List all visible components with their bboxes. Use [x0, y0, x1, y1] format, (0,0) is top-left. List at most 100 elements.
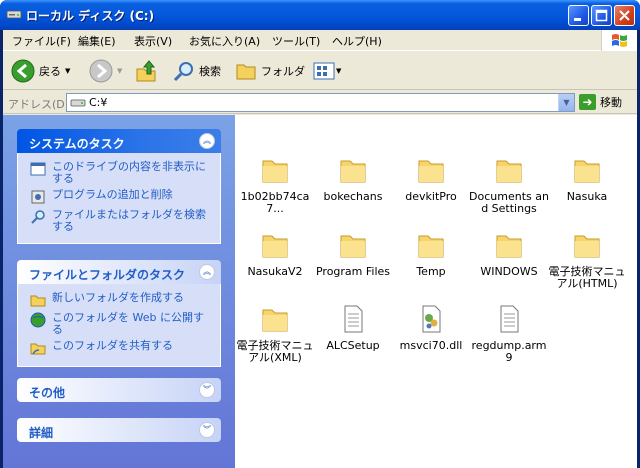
menu-help[interactable]: ヘルプ(H): [332, 33, 382, 49]
menu-edit[interactable]: 編集(E): [78, 33, 116, 49]
other-places-title: その他: [29, 386, 66, 400]
task-label: このドライブの内容を非表示にする: [52, 160, 206, 185]
folders-label: フォルダ: [261, 65, 305, 78]
file-item[interactable]: WINDOWS: [469, 230, 549, 278]
file-item[interactable]: Documents and Settings: [469, 155, 549, 215]
close-icon: [619, 10, 630, 21]
views-button[interactable]: ▼: [313, 58, 341, 84]
folder-icon: [340, 160, 366, 183]
system-tasks-title: システムのタスク: [29, 137, 125, 151]
task-label: このフォルダを Web に公開する: [52, 311, 204, 336]
content-area: システムのタスク ︽ このドライブの内容を非表示にする プログラムの追加と削除: [3, 115, 637, 468]
file-item[interactable]: Temp: [391, 230, 471, 278]
collapse-chevron-icon[interactable]: ︽: [199, 133, 215, 149]
file-name: NasukaV2: [247, 265, 303, 278]
go-button[interactable]: ➜ 移動: [579, 94, 622, 110]
file-folder-tasks-body: 新しいフォルダを作成する このフォルダを Web に公開する このフォルダを共有…: [17, 284, 221, 367]
folder-icon: [418, 160, 444, 183]
address-bar: アドレス(D) C:¥ ▼ ➜ 移動: [3, 92, 637, 114]
file-folder-tasks-title: ファイルとフォルダのタスク: [29, 268, 186, 282]
file-item[interactable]: regdump.arm9: [469, 304, 549, 364]
file-name: bokechans: [323, 190, 383, 203]
window-title: ローカル ディスク (C:): [26, 9, 155, 23]
menu-file[interactable]: ファイル(F): [12, 33, 71, 49]
folder-icon: [340, 235, 366, 258]
file-name: Nasuka: [566, 190, 608, 203]
file-name: devkitPro: [405, 190, 457, 203]
expand-chevron-icon[interactable]: ︾: [199, 422, 215, 438]
dll-file-icon: [422, 305, 441, 333]
expand-chevron-icon[interactable]: ︾: [199, 382, 215, 398]
file-folder-tasks-group: ファイルとフォルダのタスク ︽ 新しいフォルダを作成する このフォルダを Web…: [17, 260, 221, 367]
task-publish-web[interactable]: このフォルダを Web に公開する: [30, 312, 212, 336]
file-folder-tasks-header[interactable]: ファイルとフォルダのタスク ︽: [17, 260, 221, 284]
file-item[interactable]: NasukaV2: [235, 230, 315, 278]
other-places-group: その他 ︾: [17, 378, 221, 402]
file-item[interactable]: devkitPro: [391, 155, 471, 203]
up-folder-button[interactable]: [135, 58, 157, 84]
system-tasks-group: システムのタスク ︽ このドライブの内容を非表示にする プログラムの追加と削除: [17, 129, 221, 244]
text-file-icon: [344, 305, 363, 333]
file-item[interactable]: Nasuka: [547, 155, 627, 203]
views-icon: [313, 62, 335, 80]
file-name: 電子技術マニュアル(HTML): [548, 265, 626, 290]
task-label: 新しいフォルダを作成する: [52, 291, 184, 304]
search-button[interactable]: 検索: [173, 58, 221, 84]
share-folder-icon: [30, 343, 46, 355]
file-item[interactable]: bokechans: [313, 155, 393, 203]
address-label: アドレス(D): [8, 98, 70, 111]
file-item[interactable]: 1b02bb74ca7...: [235, 155, 315, 215]
file-item[interactable]: Program Files: [313, 230, 393, 278]
other-places-header[interactable]: その他 ︾: [17, 378, 221, 402]
file-name: 1b02bb74ca7...: [240, 190, 310, 215]
task-label: ファイルまたはフォルダを検索する: [52, 208, 206, 233]
file-item[interactable]: ALCSetup: [313, 304, 393, 352]
maximize-icon: [595, 9, 608, 22]
minimize-button[interactable]: [568, 5, 589, 26]
menu-tools[interactable]: ツール(T): [272, 33, 320, 49]
folders-button[interactable]: フォルダ: [235, 58, 305, 84]
close-button[interactable]: [614, 5, 635, 26]
views-dropdown-icon[interactable]: ▼: [336, 67, 341, 75]
folder-icon: [262, 235, 288, 258]
task-pane: システムのタスク ︽ このドライブの内容を非表示にする プログラムの追加と削除: [3, 115, 235, 468]
task-search-files[interactable]: ファイルまたはフォルダを検索する: [30, 209, 212, 233]
file-name: 電子技術マニュアル(XML): [236, 339, 314, 364]
search-label: 検索: [199, 65, 221, 78]
file-name: Documents and Settings: [469, 190, 549, 215]
windows-logo-icon: [601, 30, 637, 51]
task-label: プログラムの追加と削除: [52, 188, 173, 201]
system-tasks-header[interactable]: システムのタスク ︽: [17, 129, 221, 153]
forward-dropdown-icon[interactable]: ▼: [117, 67, 122, 75]
back-arrow-icon: [11, 59, 35, 83]
forward-button[interactable]: ▼: [89, 58, 122, 84]
new-folder-icon: [30, 295, 46, 307]
back-label: 戻る: [39, 65, 61, 78]
task-new-folder[interactable]: 新しいフォルダを作成する: [30, 292, 212, 308]
collapse-chevron-icon[interactable]: ︽: [199, 264, 215, 280]
search-icon: [173, 62, 193, 82]
task-share-folder[interactable]: このフォルダを共有する: [30, 340, 212, 356]
file-name: regdump.arm9: [471, 339, 547, 364]
file-list: 1b02bb74ca7... bokechans devkitPro Docum…: [235, 115, 637, 468]
file-item[interactable]: 電子技術マニュアル(XML): [235, 304, 315, 364]
menu-favorites[interactable]: お気に入り(A): [189, 33, 260, 49]
window-frame: ファイル(F) 編集(E) 表示(V) お気に入り(A) ツール(T) ヘルプ(…: [3, 30, 637, 468]
task-add-remove-programs[interactable]: プログラムの追加と削除: [30, 189, 212, 205]
file-item[interactable]: 電子技術マニュアル(HTML): [547, 230, 627, 290]
back-button[interactable]: 戻る ▼: [11, 58, 70, 84]
maximize-button[interactable]: [591, 5, 612, 26]
forward-arrow-icon: [89, 59, 113, 83]
file-name: ALCSetup: [326, 339, 380, 352]
details-header[interactable]: 詳細 ︾: [17, 418, 221, 442]
details-group: 詳細 ︾: [17, 418, 221, 442]
file-item[interactable]: msvci70.dll: [391, 304, 471, 352]
folder-icon: [262, 160, 288, 183]
globe-icon: [30, 312, 46, 328]
address-dropdown-icon[interactable]: ▼: [558, 94, 574, 111]
title-bar[interactable]: ローカル ディスク (C:): [0, 0, 640, 30]
address-input[interactable]: C:¥ ▼: [66, 93, 575, 112]
back-dropdown-icon[interactable]: ▼: [65, 67, 70, 75]
task-hide-drive-contents[interactable]: このドライブの内容を非表示にする: [30, 161, 212, 185]
menu-view[interactable]: 表示(V): [134, 33, 172, 49]
